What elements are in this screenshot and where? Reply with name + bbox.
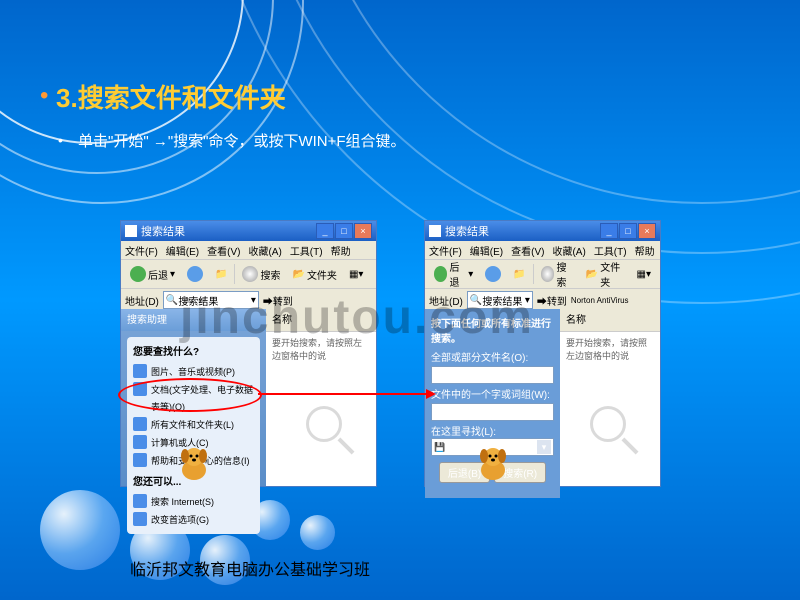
change-prefs[interactable]: 改变首选项(G) bbox=[133, 510, 254, 528]
back-icon bbox=[130, 266, 146, 282]
search-dog-icon bbox=[473, 442, 513, 482]
maximize-button[interactable]: □ bbox=[335, 223, 353, 239]
norton-label: Norton AntiVirus bbox=[571, 296, 629, 305]
allfiles-icon bbox=[133, 417, 147, 431]
forward-icon bbox=[485, 266, 501, 282]
title-text: 搜索文件和文件夹 bbox=[78, 83, 286, 113]
window-title-2: 搜索结果 bbox=[445, 223, 489, 239]
slide-title: 3.搜索文件和文件夹 bbox=[56, 78, 286, 115]
minimize-button[interactable]: _ bbox=[600, 223, 618, 239]
search-icon bbox=[242, 266, 258, 282]
filename-input[interactable] bbox=[431, 366, 554, 384]
back-button[interactable]: 后退 ▾ bbox=[125, 262, 180, 286]
views-button[interactable]: ▦▾ bbox=[344, 262, 368, 286]
menu-fav[interactable]: 收藏(A) bbox=[552, 243, 585, 258]
menubar-2: 文件(F) 编辑(E) 查看(V) 收藏(A) 工具(T) 帮助 bbox=[425, 241, 660, 260]
search-icon bbox=[541, 266, 555, 282]
up-button[interactable]: 📁 bbox=[210, 262, 232, 286]
watermark: jinchutou.com bbox=[180, 290, 534, 345]
forward-icon bbox=[187, 266, 203, 282]
titlebar-2: 搜索结果 _ □ × bbox=[425, 221, 660, 241]
help-icon bbox=[133, 453, 147, 467]
search-option-all-files[interactable]: 所有文件和文件夹(L) bbox=[133, 415, 254, 433]
title-bullet: • bbox=[40, 82, 48, 110]
internet-icon bbox=[133, 494, 147, 508]
search-button[interactable]: 搜索 bbox=[536, 262, 579, 286]
menu-view[interactable]: 查看(V) bbox=[207, 243, 240, 258]
prefs-icon bbox=[133, 512, 147, 526]
filename-label: 全部或部分文件名(O): bbox=[431, 349, 554, 364]
word-input[interactable] bbox=[431, 403, 554, 421]
menu-edit[interactable]: 编辑(E) bbox=[166, 243, 199, 258]
search-panel-1: 您要查找什么? 图片、音乐或视频(P) 文档(文字处理、电子数据 表等)(O) … bbox=[127, 337, 260, 534]
menu-edit[interactable]: 编辑(E) bbox=[470, 243, 503, 258]
views-button[interactable]: ▦▾ bbox=[632, 262, 656, 286]
menu-tools[interactable]: 工具(T) bbox=[594, 243, 627, 258]
search-question: 您要查找什么? bbox=[133, 343, 254, 358]
instruction-bullet: • bbox=[58, 132, 63, 148]
menu-view[interactable]: 查看(V) bbox=[511, 243, 544, 258]
word-label: 文件中的一个字或词组(W): bbox=[431, 386, 554, 401]
footer-text: 临沂邦文教育电脑办公基础学习班 bbox=[130, 556, 370, 580]
instruction-text: 单击"开始" →"搜索"命令，或按下WIN+F组合键。 bbox=[78, 130, 406, 151]
folders-button[interactable]: 📂文件夹 bbox=[287, 262, 341, 286]
goto-button-2[interactable]: ➡转到 bbox=[537, 293, 567, 308]
window-title-1: 搜索结果 bbox=[141, 223, 185, 239]
close-button[interactable]: × bbox=[638, 223, 656, 239]
search-button[interactable]: 搜索 bbox=[237, 262, 285, 286]
back-icon bbox=[434, 266, 447, 282]
menu-file[interactable]: 文件(F) bbox=[429, 243, 462, 258]
close-button[interactable]: × bbox=[354, 223, 372, 239]
address-label-1: 地址(D) bbox=[125, 293, 159, 308]
titlebar-1: 搜索结果 _ □ × bbox=[121, 221, 376, 241]
folders-button[interactable]: 📂文件夹 bbox=[581, 262, 630, 286]
annotation-arrow bbox=[258, 393, 428, 395]
menu-help[interactable]: 帮助 bbox=[331, 243, 351, 258]
search-dog-icon bbox=[174, 442, 214, 482]
menu-fav[interactable]: 收藏(A) bbox=[248, 243, 281, 258]
annotation-circle bbox=[118, 378, 262, 412]
results-area-2: 名称 要开始搜索，请按照左边窗格中的说 bbox=[560, 309, 660, 486]
window-icon bbox=[429, 225, 441, 237]
menu-file[interactable]: 文件(F) bbox=[125, 243, 158, 258]
forward-button[interactable] bbox=[480, 262, 506, 286]
up-button[interactable]: 📁 bbox=[508, 262, 530, 286]
chevron-down-icon: ▾ bbox=[537, 440, 551, 454]
magnify-icon bbox=[306, 406, 356, 456]
toolbar-1: 后退 ▾ 📁 搜索 📂文件夹 ▦▾ bbox=[121, 260, 376, 289]
computers-icon bbox=[133, 435, 147, 449]
title-number: 3. bbox=[56, 83, 78, 113]
column-header-2[interactable]: 名称 bbox=[560, 309, 660, 332]
menu-tools[interactable]: 工具(T) bbox=[290, 243, 323, 258]
toolbar-2: 后退 ▾ 📁 搜索 📂文件夹 ▦▾ bbox=[425, 260, 660, 289]
back-button[interactable]: 后退 ▾ bbox=[429, 262, 478, 286]
menubar-1: 文件(F) 编辑(E) 查看(V) 收藏(A) 工具(T) 帮助 bbox=[121, 241, 376, 260]
maximize-button[interactable]: □ bbox=[619, 223, 637, 239]
magnify-icon bbox=[590, 406, 640, 456]
minimize-button[interactable]: _ bbox=[316, 223, 334, 239]
search-window-2: 搜索结果 _ □ × 文件(F) 编辑(E) 查看(V) 收藏(A) 工具(T)… bbox=[424, 220, 661, 487]
results-hint-2: 要开始搜索，请按照左边窗格中的说 bbox=[560, 332, 660, 366]
search-internet[interactable]: 搜索 Internet(S) bbox=[133, 492, 254, 510]
search-window-1: 搜索结果 _ □ × 文件(F) 编辑(E) 查看(V) 收藏(A) 工具(T)… bbox=[120, 220, 377, 487]
pictures-icon bbox=[133, 364, 147, 378]
window-icon bbox=[125, 225, 137, 237]
lookin-label: 在这里寻找(L): bbox=[431, 423, 554, 438]
menu-help[interactable]: 帮助 bbox=[635, 243, 655, 258]
forward-button[interactable] bbox=[182, 262, 208, 286]
